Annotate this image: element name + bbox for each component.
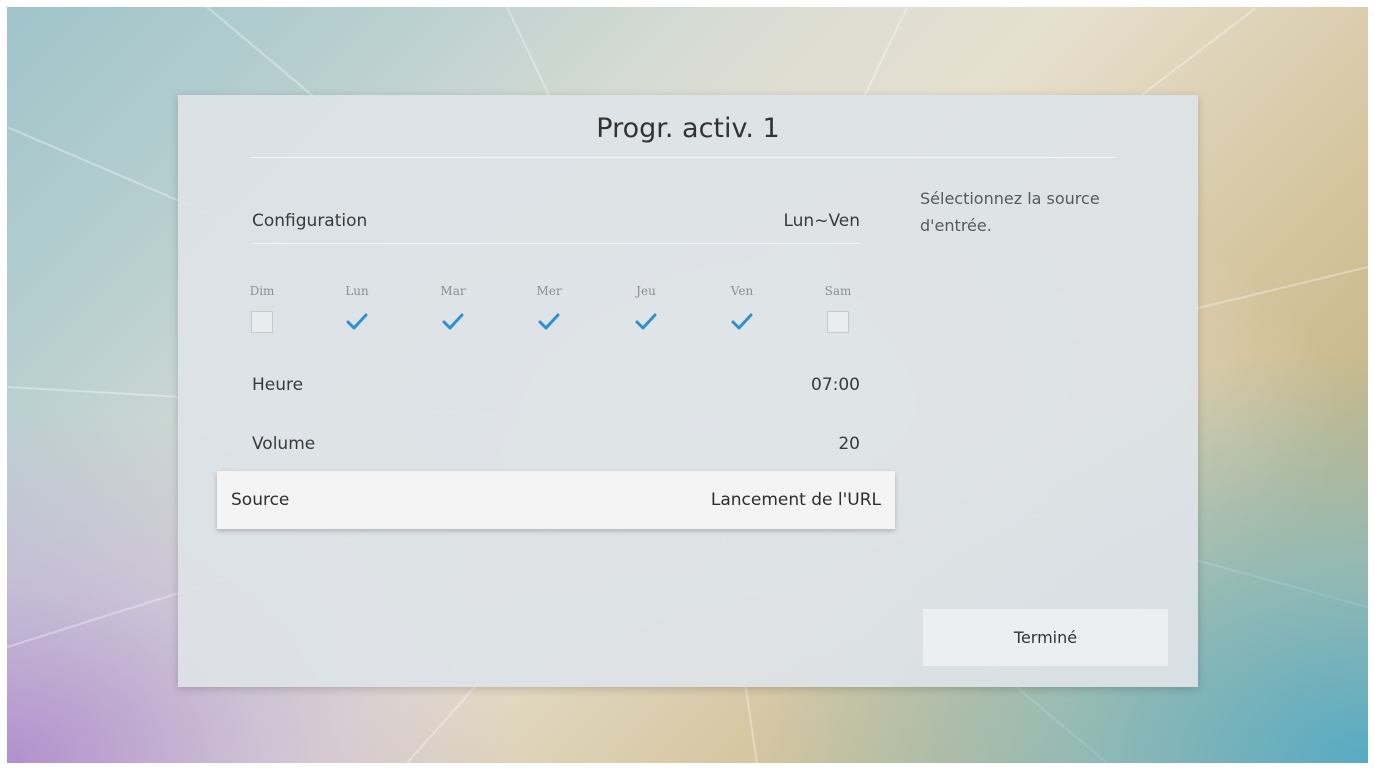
day-checkbox[interactable] bbox=[538, 311, 560, 333]
configuration-divider bbox=[252, 243, 860, 244]
day-jeu[interactable]: Jeu bbox=[626, 281, 666, 333]
heure-value: 07:00 bbox=[811, 375, 860, 395]
day-lun[interactable]: Lun bbox=[337, 281, 377, 333]
day-label: Lun bbox=[345, 284, 369, 298]
checkmark-icon bbox=[635, 313, 657, 330]
day-label: Mar bbox=[440, 284, 466, 298]
day-label: Jeu bbox=[636, 284, 656, 298]
day-label: Sam bbox=[824, 284, 852, 298]
day-checkbox[interactable] bbox=[442, 311, 464, 333]
done-button[interactable]: Terminé bbox=[923, 609, 1168, 666]
checkmark-icon bbox=[731, 313, 753, 330]
day-dim[interactable]: Dim bbox=[242, 281, 282, 333]
day-checkbox[interactable] bbox=[251, 311, 273, 333]
day-label: Ven bbox=[730, 284, 754, 298]
volume-value: 20 bbox=[838, 434, 860, 454]
configuration-label: Configuration bbox=[252, 211, 368, 231]
source-value: Lancement de l'URL bbox=[710, 490, 881, 510]
source-row[interactable]: Source Lancement de l'URL bbox=[217, 471, 895, 529]
day-checkbox[interactable] bbox=[731, 311, 753, 333]
day-label: Mer bbox=[536, 284, 562, 298]
heure-label: Heure bbox=[252, 375, 304, 395]
source-label: Source bbox=[231, 490, 290, 510]
volume-label: Volume bbox=[252, 434, 316, 454]
day-mer[interactable]: Mer bbox=[529, 281, 569, 333]
day-sam[interactable]: Sam bbox=[818, 281, 858, 333]
heure-row[interactable]: Heure 07:00 bbox=[252, 360, 860, 410]
configuration-row[interactable]: Configuration Lun~Ven bbox=[252, 196, 860, 246]
schedule-dialog: Progr. activ. 1 Configuration Lun~Ven Di… bbox=[178, 95, 1198, 687]
volume-row[interactable]: Volume 20 bbox=[252, 419, 860, 469]
dialog-title: Progr. activ. 1 bbox=[596, 113, 780, 144]
configuration-value: Lun~Ven bbox=[783, 211, 860, 231]
checkmark-icon bbox=[346, 313, 368, 330]
day-checkbox[interactable] bbox=[827, 311, 849, 333]
title-divider bbox=[250, 157, 1116, 158]
day-checkbox[interactable] bbox=[346, 311, 368, 333]
days-selector: Dim Lun Mar Mer Jeu Ven Sam bbox=[242, 281, 872, 351]
checkmark-icon bbox=[538, 313, 560, 330]
checkmark-icon bbox=[442, 313, 464, 330]
help-text: Sélectionnez la source d'entrée. bbox=[920, 189, 1100, 235]
day-label: Dim bbox=[249, 284, 275, 298]
day-checkbox[interactable] bbox=[635, 311, 657, 333]
day-ven[interactable]: Ven bbox=[722, 281, 762, 333]
day-mar[interactable]: Mar bbox=[433, 281, 473, 333]
